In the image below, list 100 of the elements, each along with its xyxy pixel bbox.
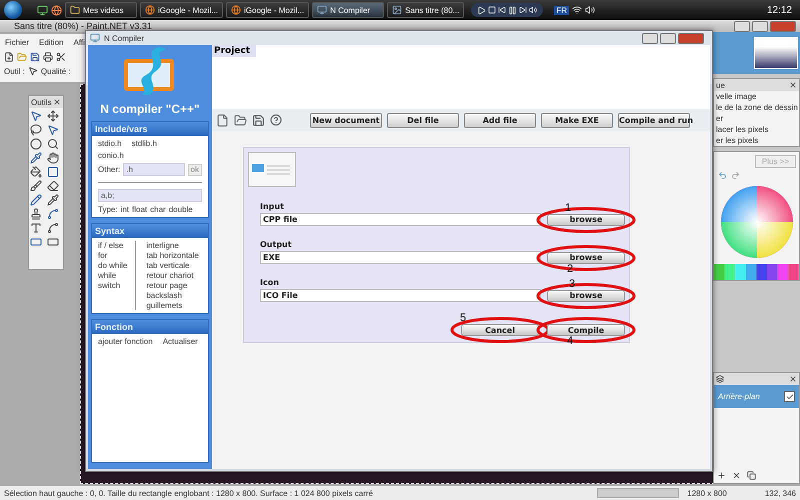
type-item[interactable]: char xyxy=(150,205,166,214)
brush-icon[interactable] xyxy=(30,180,42,192)
hand-icon[interactable] xyxy=(47,152,59,164)
save-icon[interactable] xyxy=(30,52,40,62)
volume-icon[interactable] xyxy=(529,6,538,14)
language-indicator[interactable]: FR xyxy=(554,6,569,14)
history-item[interactable]: er les pixels xyxy=(714,135,799,146)
thumbnail[interactable] xyxy=(754,37,798,69)
maximize-button[interactable] xyxy=(752,20,768,32)
header-item[interactable]: stdio.h xyxy=(98,139,122,148)
toolbar-button[interactable]: Compile and run xyxy=(618,112,690,128)
header-item[interactable]: conio.h xyxy=(98,151,202,160)
taskbar-button[interactable]: N Compiler xyxy=(312,2,384,18)
start-button[interactable] xyxy=(4,1,22,19)
type-item[interactable]: int xyxy=(120,205,130,214)
syntax-item[interactable]: guillemets xyxy=(146,301,199,310)
syntax-item[interactable]: tab horizontale xyxy=(146,251,199,260)
rounded-rectangle-icon[interactable] xyxy=(47,236,59,248)
history-item[interactable]: lacer les pixels xyxy=(714,124,799,135)
history-item[interactable]: er xyxy=(714,113,799,124)
color-palette[interactable] xyxy=(714,264,799,280)
toolbar-button[interactable]: Del file xyxy=(387,112,459,128)
arrow-icon[interactable] xyxy=(47,124,59,136)
syntax-item[interactable]: backslash xyxy=(146,291,199,300)
delete-icon[interactable] xyxy=(732,471,741,480)
syntax-item[interactable]: tab verticale xyxy=(146,261,199,270)
type-item[interactable]: double xyxy=(168,205,193,214)
checkbox[interactable] xyxy=(784,391,795,402)
browse-button[interactable]: browse xyxy=(547,252,625,264)
fonction-item[interactable]: ajouter fonction xyxy=(98,337,153,346)
taskbar-button[interactable]: Sans titre (80... xyxy=(387,2,464,18)
taskbar-button[interactable]: iGoogle - Mozil... xyxy=(226,2,310,18)
close-icon[interactable] xyxy=(789,81,797,89)
minimize-button[interactable] xyxy=(734,20,750,32)
folder-icon[interactable] xyxy=(234,114,247,126)
menu-item[interactable]: Fichier xyxy=(5,38,30,46)
copy-icon[interactable] xyxy=(747,471,756,480)
pause-icon[interactable] xyxy=(508,6,518,14)
syntax-item[interactable]: retour chariot xyxy=(146,271,199,280)
syntax-item[interactable]: interligne xyxy=(146,241,199,250)
section-header[interactable]: Include/vars xyxy=(92,122,208,136)
other-field[interactable]: .h xyxy=(123,163,185,176)
pointer-icon[interactable] xyxy=(28,66,38,76)
path-field[interactable]: EXE xyxy=(260,251,541,264)
previous-icon[interactable] xyxy=(498,6,506,14)
compile-button[interactable]: Compile xyxy=(547,324,625,336)
toolbar-button[interactable]: Make EXE xyxy=(541,112,613,128)
curve-icon[interactable] xyxy=(47,222,59,234)
type-item[interactable]: float xyxy=(132,205,148,214)
vars-field[interactable]: a,b; xyxy=(98,189,202,202)
header-item[interactable]: stdlib.h xyxy=(132,139,157,148)
redo-icon[interactable] xyxy=(731,171,740,180)
stamp-icon[interactable] xyxy=(30,208,42,220)
move-icon[interactable] xyxy=(47,110,59,122)
file-icon[interactable] xyxy=(216,114,229,126)
text-icon[interactable] xyxy=(30,222,42,234)
scissors-icon[interactable] xyxy=(56,52,66,62)
tab[interactable]: Project xyxy=(212,45,256,57)
taskbar-button[interactable]: iGoogle - Mozil... xyxy=(140,2,224,18)
close-icon[interactable] xyxy=(789,375,797,383)
fonction-item[interactable]: Actualiser xyxy=(162,337,198,346)
toolbar-button[interactable]: Add file xyxy=(464,112,536,128)
play-icon[interactable] xyxy=(477,6,486,14)
eraser-icon[interactable] xyxy=(47,180,59,192)
syntax-item[interactable]: retour page xyxy=(146,281,199,290)
add-icon[interactable] xyxy=(717,471,726,480)
close-button[interactable] xyxy=(770,20,796,32)
path-field[interactable]: ICO File xyxy=(260,289,541,302)
browse-button[interactable]: browse xyxy=(547,290,625,302)
taskbar-button[interactable]: Mes vidéos xyxy=(65,2,137,18)
syntax-item[interactable]: if / else xyxy=(98,241,128,250)
lasso-icon[interactable] xyxy=(30,124,42,136)
section-header[interactable]: Syntax xyxy=(92,224,208,238)
menu-item[interactable]: Edition xyxy=(39,38,64,46)
help-icon[interactable] xyxy=(270,114,282,126)
close-button[interactable] xyxy=(678,32,704,44)
next-icon[interactable] xyxy=(519,6,528,14)
section-header[interactable]: Fonction xyxy=(92,320,208,334)
toolbar-button[interactable]: New document xyxy=(310,112,382,128)
path-field[interactable]: CPP file xyxy=(260,213,541,226)
browse-button[interactable]: browse xyxy=(547,214,625,226)
save-icon[interactable] xyxy=(252,114,265,126)
pointer-icon[interactable] xyxy=(30,110,42,122)
syntax-item[interactable]: while xyxy=(98,271,128,280)
cancel-button[interactable]: Cancel xyxy=(461,324,539,336)
history-item[interactable]: velle image xyxy=(714,91,799,102)
pencil-icon[interactable] xyxy=(30,194,42,206)
syntax-item[interactable]: do while xyxy=(98,261,128,270)
new-file-icon[interactable] xyxy=(4,52,14,62)
magnifier-icon[interactable] xyxy=(47,138,59,150)
stop-icon[interactable] xyxy=(488,6,496,14)
syntax-item[interactable]: for xyxy=(98,251,128,260)
syntax-item[interactable]: switch xyxy=(98,281,128,290)
rectangle-icon[interactable] xyxy=(30,236,42,248)
undo-icon[interactable] xyxy=(718,171,727,180)
pipette-icon[interactable] xyxy=(47,194,59,206)
printer-icon[interactable] xyxy=(43,52,53,62)
history-item[interactable]: le de la zone de dessin xyxy=(714,102,799,113)
bucket-icon[interactable] xyxy=(30,166,42,178)
close-icon[interactable] xyxy=(53,98,61,106)
